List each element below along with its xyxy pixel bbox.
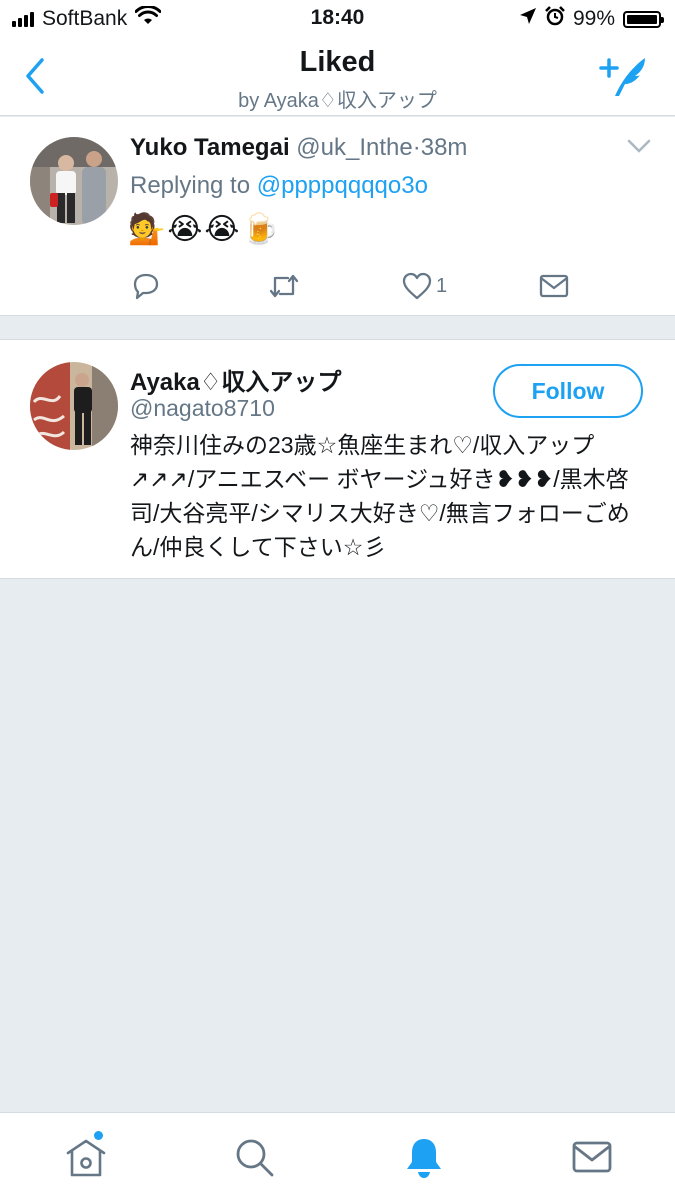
reply-button[interactable]: [131, 269, 161, 303]
avatar[interactable]: [30, 362, 118, 450]
compose-tweet-icon: [599, 58, 645, 96]
replying-to-link[interactable]: @ppppqqqqo3o: [257, 172, 428, 199]
search-icon: [236, 1139, 274, 1177]
tab-notifications[interactable]: [400, 1133, 448, 1181]
battery-label: 99%: [572, 7, 615, 30]
location-arrow-icon: [519, 7, 537, 31]
user-name: Ayaka♢収入アップ: [130, 369, 342, 396]
user-card[interactable]: Ayaka♢収入アップ @nagato8710 Follow 神奈川住みの23歳…: [0, 339, 675, 579]
like-count: 1: [436, 274, 448, 297]
bell-icon: [407, 1139, 441, 1178]
avatar[interactable]: [30, 137, 118, 225]
alarm-icon: [545, 6, 565, 32]
envelope-icon: [539, 274, 569, 298]
tweet-menu-button[interactable]: [627, 139, 651, 153]
compose-button[interactable]: [599, 54, 649, 98]
tab-home[interactable]: [62, 1133, 110, 1181]
tweet-text: 💁😭😭🍺: [128, 213, 281, 246]
battery-icon: [623, 10, 664, 28]
tweet-header: Yuko Tamegai @uk_Inthe·38m: [130, 134, 467, 162]
tweet-author-name[interactable]: Yuko Tamegai: [130, 134, 290, 161]
tab-bar: [0, 1112, 675, 1200]
dm-button[interactable]: [539, 269, 569, 303]
home-icon: [66, 1139, 106, 1177]
status-bar: SoftBank 18:40 99%: [0, 0, 675, 38]
retweet-button[interactable]: [268, 269, 300, 303]
user-bio: 神奈川住みの23歳☆魚座生まれ♡/収入アップ↗↗↗/アニエスベー ボヤージュ好き…: [130, 432, 630, 560]
follow-button[interactable]: Follow: [493, 364, 643, 418]
status-right: 99%: [519, 6, 664, 32]
reply-icon: [133, 273, 159, 300]
tweet-card[interactable]: Yuko Tamegai @uk_Inthe·38m Replying to @…: [0, 117, 675, 316]
like-button[interactable]: 1: [402, 269, 447, 303]
tab-search[interactable]: [230, 1133, 278, 1181]
page-title: Liked: [299, 46, 376, 78]
tweet-author-handle[interactable]: @uk_Inthe: [296, 134, 412, 161]
user-handle: @nagato8710: [130, 395, 275, 421]
chevron-down-icon: [627, 139, 651, 153]
replying-to: Replying to @ppppqqqqo3o: [130, 172, 428, 200]
notification-dot: [94, 1131, 103, 1140]
retweet-icon: [269, 274, 299, 298]
nav-bar: Liked by Ayaka♢収入アップ: [0, 38, 675, 116]
page-subtitle: by Ayaka♢収入アップ: [238, 90, 437, 112]
heart-icon: [402, 272, 432, 300]
header-separator: ·: [412, 134, 421, 161]
tweet-time: 38m: [420, 134, 468, 161]
envelope-icon: [572, 1141, 612, 1173]
replying-prefix: Replying to: [130, 172, 257, 199]
tab-messages[interactable]: [568, 1133, 616, 1181]
